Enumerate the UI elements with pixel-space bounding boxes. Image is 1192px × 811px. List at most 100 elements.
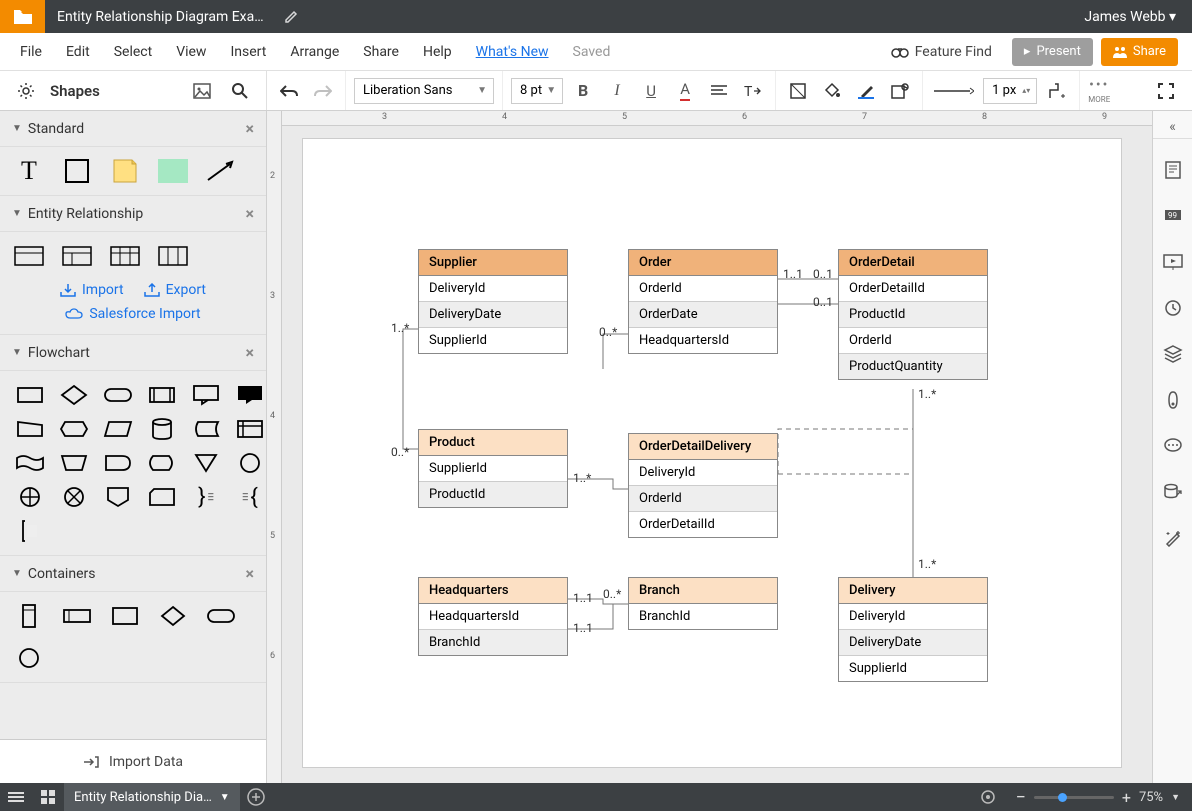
fc-or[interactable] xyxy=(14,485,46,509)
er-shape-2[interactable] xyxy=(62,244,92,268)
block-shape[interactable] xyxy=(158,159,188,183)
border-color-button[interactable] xyxy=(852,77,880,105)
fill-button[interactable] xyxy=(818,77,846,105)
canvas-area[interactable]: 3 4 5 6 7 8 9 2 3 4 5 6 xyxy=(267,111,1152,783)
fc-callout[interactable] xyxy=(190,383,222,407)
fc-card[interactable] xyxy=(146,485,178,509)
entity-field[interactable]: DeliveryId xyxy=(629,460,777,486)
image-icon[interactable] xyxy=(188,77,216,105)
fc-manual[interactable] xyxy=(14,417,46,441)
entity-field[interactable]: SupplierId xyxy=(419,456,567,482)
fc-rect[interactable] xyxy=(14,383,46,407)
edit-title-icon[interactable] xyxy=(276,10,306,24)
entity-field[interactable]: OrderDetailId xyxy=(629,512,777,537)
note-shape[interactable] xyxy=(110,159,140,183)
import-data-button[interactable]: Import Data xyxy=(0,739,266,783)
entity-field[interactable]: ProductQuantity xyxy=(839,354,987,379)
fc-sum[interactable] xyxy=(58,485,90,509)
entity-title[interactable]: OrderDetailDelivery xyxy=(629,434,777,460)
master-pages-icon[interactable] xyxy=(1153,377,1192,423)
user-menu[interactable]: James Webb ▾ xyxy=(1068,9,1192,25)
align-button[interactable] xyxy=(705,77,733,105)
entity-supplier[interactable]: Supplier DeliveryId DeliveryDate Supplie… xyxy=(418,249,568,354)
page-tab[interactable]: Entity Relationship Dia…▼ xyxy=(64,783,240,811)
entity-title[interactable]: OrderDetail xyxy=(839,250,987,276)
fc-callout2[interactable] xyxy=(234,383,266,407)
fc-db[interactable] xyxy=(146,417,178,441)
entity-title[interactable]: Delivery xyxy=(839,578,987,604)
er-shape-3[interactable] xyxy=(110,244,140,268)
section-containers[interactable]: ▼Containers× xyxy=(0,556,266,592)
er-shape-4[interactable] xyxy=(158,244,188,268)
chat-icon[interactable] xyxy=(1153,423,1192,469)
entity-branch[interactable]: Branch BranchId xyxy=(628,577,778,630)
folder-icon[interactable] xyxy=(0,0,45,33)
entity-field[interactable]: DeliveryDate xyxy=(839,630,987,656)
fc-stored[interactable] xyxy=(190,417,222,441)
close-icon[interactable]: × xyxy=(246,564,255,583)
close-icon[interactable]: × xyxy=(246,204,255,223)
entity-field[interactable]: OrderDetailId xyxy=(839,276,987,302)
fc-data[interactable] xyxy=(102,417,134,441)
menu-help[interactable]: Help xyxy=(411,44,464,60)
line-style-button[interactable] xyxy=(931,77,977,105)
entity-title[interactable]: Supplier xyxy=(419,250,567,276)
er-export[interactable]: Export xyxy=(144,282,206,298)
entity-field[interactable]: ProductId xyxy=(419,482,567,507)
list-view-icon[interactable] xyxy=(0,783,32,811)
fc-connector[interactable] xyxy=(234,451,266,475)
cont-lane-v[interactable] xyxy=(14,604,44,628)
italic-button[interactable]: I xyxy=(603,77,631,105)
bold-button[interactable]: B xyxy=(569,77,597,105)
fc-diamond[interactable] xyxy=(58,383,90,407)
rect-shape[interactable] xyxy=(62,159,92,183)
shape-options-button[interactable] xyxy=(886,77,914,105)
font-size-select[interactable]: 8 pt▼ xyxy=(511,78,563,104)
er-import[interactable]: Import xyxy=(60,282,124,298)
fc-brace-l[interactable]: ———{ xyxy=(234,485,266,509)
feature-find[interactable]: Feature Find xyxy=(879,44,1004,60)
font-family-select[interactable]: Liberation Sans▼ xyxy=(354,78,494,104)
entity-title[interactable]: Headquarters xyxy=(419,578,567,604)
er-shape-1[interactable] xyxy=(14,244,44,268)
menu-select[interactable]: Select xyxy=(102,44,164,60)
entity-field[interactable]: OrderId xyxy=(629,486,777,512)
arrow-shape[interactable] xyxy=(206,159,236,183)
share-button[interactable]: Share xyxy=(1101,38,1178,66)
document-title[interactable]: Entity Relationship Diagram Exa… xyxy=(45,9,276,25)
redo-button[interactable] xyxy=(309,77,337,105)
fc-merge[interactable] xyxy=(190,451,222,475)
entity-field[interactable]: OrderDate xyxy=(629,302,777,328)
entity-title[interactable]: Branch xyxy=(629,578,777,604)
entity-field[interactable]: DeliveryId xyxy=(419,276,567,302)
entity-field[interactable]: BranchId xyxy=(419,630,567,655)
fc-hex[interactable] xyxy=(58,417,90,441)
line-width-select[interactable]: 1 px▴▾ xyxy=(983,78,1037,104)
fc-internal[interactable] xyxy=(234,417,266,441)
cont-rect[interactable] xyxy=(110,604,140,628)
entity-field[interactable]: DeliveryDate xyxy=(419,302,567,328)
cont-diamond[interactable] xyxy=(158,604,188,628)
menu-arrange[interactable]: Arrange xyxy=(278,44,351,60)
cont-lane-h[interactable] xyxy=(62,604,92,628)
entity-field[interactable]: SupplierId xyxy=(839,656,987,681)
fullscreen-button[interactable] xyxy=(1152,77,1180,105)
fc-terminator[interactable] xyxy=(102,383,134,407)
text-shape[interactable]: T xyxy=(14,159,44,183)
page-settings-icon[interactable] xyxy=(1153,147,1192,193)
entity-title[interactable]: Product xyxy=(419,430,567,456)
section-er[interactable]: ▼Entity Relationship× xyxy=(0,196,266,232)
fc-tape[interactable] xyxy=(14,451,46,475)
gear-icon[interactable] xyxy=(12,77,40,105)
menu-edit[interactable]: Edit xyxy=(54,44,102,60)
section-flowchart[interactable]: ▼Flowchart× xyxy=(0,335,266,371)
more-button[interactable]: ••• MORE xyxy=(1080,71,1118,110)
fc-manualop[interactable] xyxy=(58,451,90,475)
menu-view[interactable]: View xyxy=(164,44,218,60)
fc-delay[interactable] xyxy=(102,451,134,475)
entity-odd[interactable]: OrderDetailDelivery DeliveryId OrderId O… xyxy=(628,433,778,538)
zoom-slider[interactable] xyxy=(1034,796,1114,799)
fc-offpage[interactable] xyxy=(102,485,134,509)
menu-insert[interactable]: Insert xyxy=(218,44,278,60)
underline-button[interactable]: U xyxy=(637,77,665,105)
